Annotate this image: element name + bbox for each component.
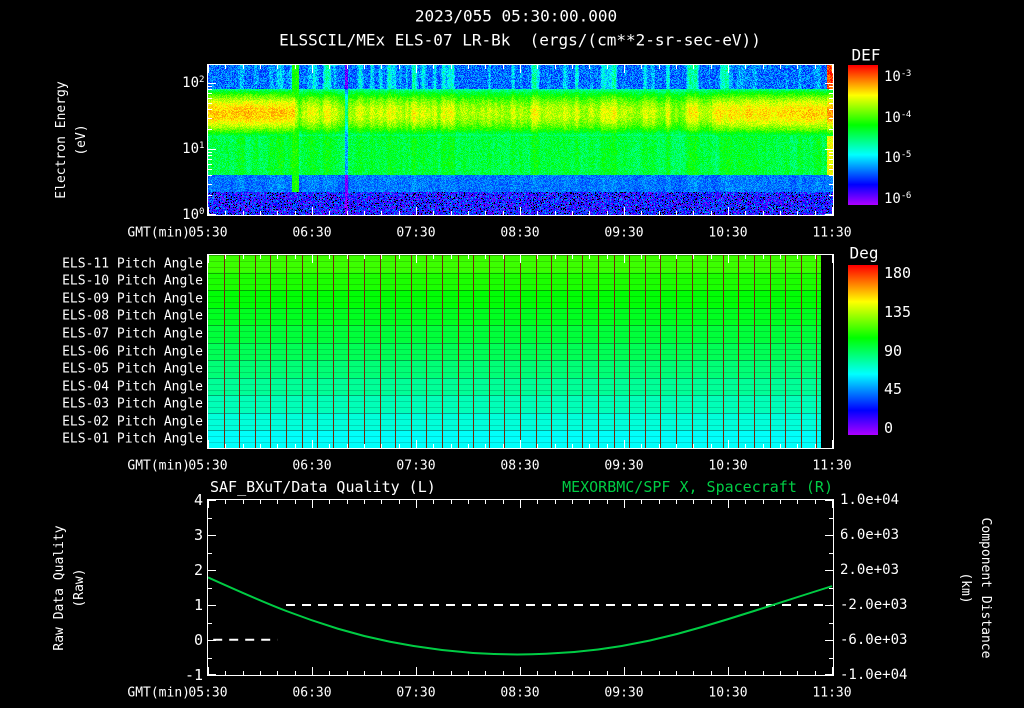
energy-axis-label-line2: (eV) [74,124,89,156]
time-tick-label: 11:30 [812,458,852,474]
time-tick-label: 10:30 [708,685,748,701]
pitch-row-label: ELS-11 Pitch Angle [62,256,203,272]
time-tick-label: 08:30 [500,458,540,474]
time-tick-label: 05:30 [188,458,228,474]
time-tick-label: 07:30 [396,685,436,701]
deg-colorbar [848,265,878,435]
pitch-row-label: ELS-10 Pitch Angle [62,273,203,289]
pitch-row-label: ELS-04 Pitch Angle [62,379,203,395]
energy-tick-label: 101 [182,141,204,157]
time-tick-label: 10:30 [708,225,748,241]
distance-tick-label: -2.0e+03 [840,597,908,613]
pitch-angle-heatmap [207,254,834,449]
time-tick-label: 11:30 [812,225,852,241]
def-colorbar-tick: 10-3 [884,69,911,85]
quality-tick-label: 0 [193,631,203,649]
deg-colorbar-tick: 0 [884,419,894,437]
quality-tick-label: 4 [193,491,203,509]
distance-tick-label: 6.0e+03 [840,527,900,543]
energy-axis-label-line1: Electron Energy [53,81,69,199]
time-tick-label: 05:30 [188,685,228,701]
def-colorbar-tick: 10-4 [884,109,911,126]
time-tick-label: 05:30 [188,225,228,241]
quality-distance-plot [207,499,834,676]
pitch-row-label: ELS-07 Pitch Angle [62,326,203,342]
time-tick-label: 07:30 [396,458,436,474]
pitch-row-label: ELS-06 Pitch Angle [62,344,203,359]
quality-tick-label: 2 [193,561,203,579]
distance-tick-label: 1.0e+04 [840,492,900,508]
distance-tick-label: -1.0e+04 [840,667,908,683]
page-title: 2023/055 05:30:00.000 [414,6,618,26]
deg-colorbar-tick: 180 [884,264,912,282]
distance-axis-label: Component Distance (km) [955,518,995,659]
distance-axis-label-line1: Component Distance [978,517,994,659]
distance-tick-label: -6.0e+03 [840,632,908,648]
pitch-row-label: ELS-05 Pitch Angle [62,361,203,377]
plot-title: ELSSCIL/MEx ELS-07 LR-Bk (ergs/(cm**2-sr… [279,31,761,50]
pitch-row-label: ELS-03 Pitch Angle [62,396,203,412]
time-tick-label: 06:30 [292,225,332,241]
quality-tick-label: 3 [193,526,203,544]
time-tick-label: 06:30 [292,685,332,701]
quality-axis-label: Raw Data Quality (Raw) [50,525,90,650]
deg-colorbar-title: Deg [849,243,879,263]
energy-tick-label: 100 [182,207,204,223]
def-colorbar [848,65,878,205]
pitch-row-label: ELS-01 Pitch Angle [62,431,203,447]
gmt-axis-label: GMT(min) [127,225,190,241]
time-tick-label: 09:30 [604,225,644,241]
time-tick-label: 10:30 [708,458,748,474]
deg-colorbar-tick: 45 [884,380,903,399]
distance-tick-label: 2.0e+03 [840,562,900,578]
quality-tick-label: 1 [193,596,203,614]
energy-axis-label: Electron Energy (eV) [52,81,92,198]
gmt-axis-label: GMT(min) [127,458,190,474]
pitch-row-label: ELS-09 Pitch Angle [62,291,203,307]
pitch-row-label: ELS-02 Pitch Angle [62,414,203,430]
def-colorbar-title: DEF [851,45,881,65]
mex-els-summary-plot: 2023/055 05:30:00.000 ELSSCIL/MEx ELS-07… [0,0,1024,708]
line-panel-title-left: SAF_BXuT/Data Quality (L) [210,478,436,496]
def-colorbar-tick: 10-6 [884,191,911,207]
time-tick-label: 09:30 [604,685,644,701]
deg-colorbar-tick: 135 [884,302,912,321]
energy-tick-label: 102 [182,75,204,91]
time-tick-label: 09:30 [604,458,644,474]
time-tick-label: 06:30 [292,458,332,474]
distance-axis-label-line2: (km) [958,572,973,604]
energy-spectrogram [207,64,834,216]
time-tick-label: 07:30 [396,225,436,241]
quality-tick-label: -1 [184,666,203,684]
time-tick-label: 08:30 [500,685,540,701]
quality-axis-label-line1: Raw Data Quality [51,525,67,651]
time-tick-label: 08:30 [500,225,540,241]
instrument-name: ELSSCIL/MEx ELS-07 LR-Bk [279,30,511,50]
quality-axis-label-line2: (Raw) [72,568,87,608]
time-tick-label: 11:30 [812,685,852,701]
pitch-row-label: ELS-08 Pitch Angle [62,308,203,324]
gmt-axis-label: GMT(min) [127,685,190,701]
flux-units: (ergs/(cm**2-sr-sec-eV)) [529,30,761,50]
line-panel-title-right: MEXORBMC/SPF X, Spacecraft (R) [562,478,833,496]
deg-colorbar-tick: 90 [884,341,903,360]
def-colorbar-tick: 10-5 [884,150,911,167]
